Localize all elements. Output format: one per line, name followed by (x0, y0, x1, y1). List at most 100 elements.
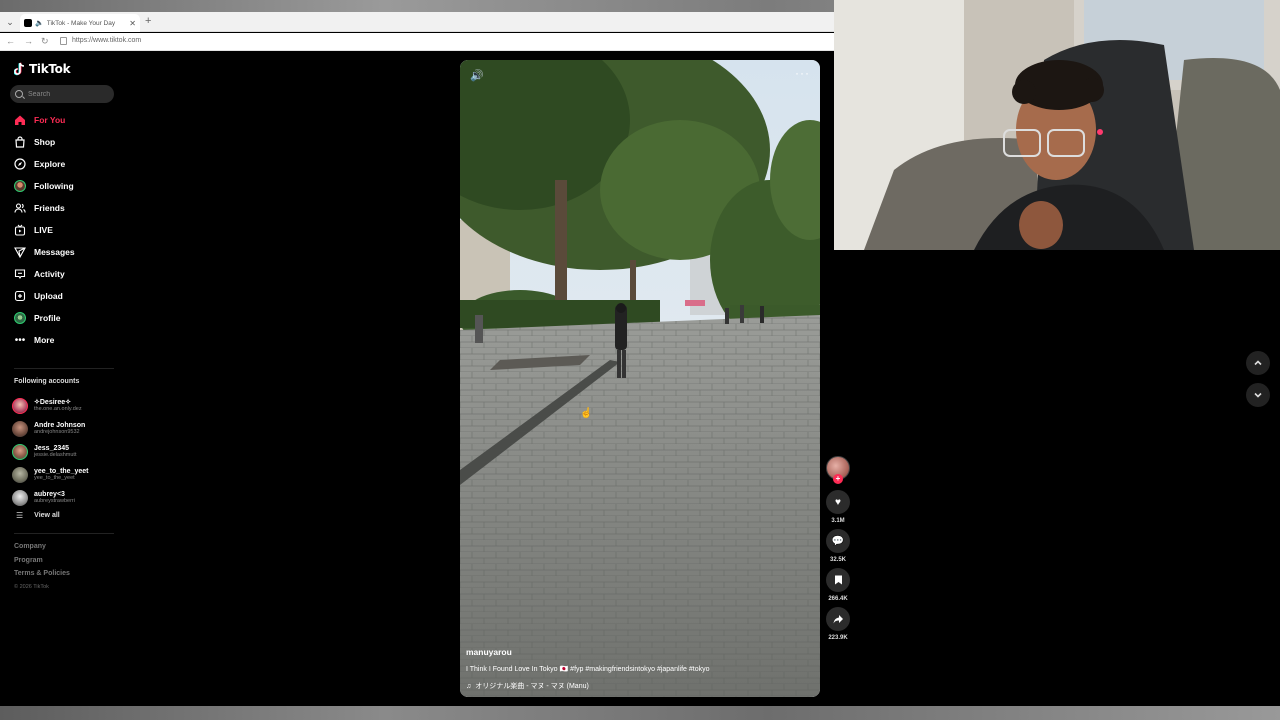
next-video-button[interactable] (1246, 383, 1270, 407)
following-account[interactable]: aubrey<3 aubreystrawberri (12, 486, 122, 509)
following-account[interactable]: ✧Desiree✧ the.one.an.only.dez (12, 394, 122, 417)
sidebar-nav: For You Shop Explore Following Friends L… (14, 109, 124, 351)
tab-bar: ⌄ 🔈 TikTok - Make Your Day ✕ + (0, 12, 834, 32)
comment-icon[interactable]: 💬 (826, 529, 850, 553)
paper-plane-icon (14, 246, 26, 258)
video-player[interactable]: 🔊 ··· ☝ manuyarou I Think I Found Love I… (460, 60, 820, 697)
like-count: 3.1M (831, 518, 845, 524)
following-account[interactable]: yee_to_the_yeet yee_to_the_yeet (12, 463, 122, 486)
inbox-icon (14, 268, 26, 280)
comment-count: 32.5K (829, 557, 846, 563)
sidebar-item-activity[interactable]: Activity (14, 263, 124, 285)
following-account[interactable]: Jess_2345 jessie.delashmutt (12, 440, 122, 463)
follow-plus-icon[interactable]: + (833, 474, 843, 484)
share-icon[interactable] (826, 607, 850, 631)
music-title: オリジナル楽曲 - マヌ - マヌ (Manu) (475, 683, 589, 690)
volume-icon[interactable]: 🔊 (470, 69, 484, 82)
account-name: yee_to_the_yeet (34, 467, 89, 475)
video-description: I Think I Found Love In Tokyo 🇯🇵 #fyp #m… (466, 666, 710, 673)
share-count: 223.9K (828, 635, 848, 641)
sidebar-item-label: LIVE (34, 225, 53, 235)
screen: ⌄ 🔈 TikTok - Make Your Day ✕ + ← → ↻ htt… (0, 0, 1280, 720)
plus-square-icon (14, 290, 26, 302)
reload-icon[interactable]: ↻ (41, 36, 49, 47)
account-handle: andrejohnson9532 (34, 428, 80, 435)
logo-text: TikTok (29, 62, 71, 76)
back-icon[interactable]: ← (6, 36, 15, 46)
avatar (12, 466, 28, 483)
webcam-feed (834, 0, 1280, 250)
heart-icon[interactable]: ♥ (826, 490, 850, 514)
avatar (12, 443, 28, 460)
sidebar-item-friends[interactable]: Friends (14, 197, 124, 219)
new-tab-icon[interactable]: + (145, 15, 151, 27)
share-action[interactable]: 223.9K (826, 607, 850, 641)
view-all-button[interactable]: ☰ View all (16, 511, 60, 520)
avatar (14, 180, 26, 192)
account-name: ✧Desiree✧ (34, 398, 72, 406)
account-handle: jessie.delashmutt (34, 451, 77, 458)
sidebar-item-label: Friends (34, 203, 65, 213)
comment-action[interactable]: 💬 32.5K (826, 529, 850, 563)
sidebar-item-explore[interactable]: Explore (14, 153, 124, 175)
music-info[interactable]: ♫ オリジナル楽曲 - マヌ - マヌ (Manu) (466, 681, 806, 691)
save-action[interactable]: 266.4K (826, 568, 850, 602)
footer-link-company[interactable]: Company (14, 543, 70, 557)
like-action[interactable]: ♥ 3.1M (826, 490, 850, 524)
sidebar-item-following[interactable]: Following (14, 175, 124, 197)
video-frame (460, 60, 820, 697)
account-handle: the.one.an.only.dez (34, 405, 82, 412)
tiktok-logo[interactable]: TikTok (14, 62, 71, 76)
sidebar-item-shop[interactable]: Shop (14, 131, 124, 153)
home-icon (14, 114, 26, 126)
sidebar-item-label: Explore (34, 159, 66, 169)
search-icon (15, 90, 23, 98)
sidebar-item-upload[interactable]: Upload (14, 285, 124, 307)
more-options-icon[interactable]: ··· (795, 66, 810, 80)
desktop-background-bottom (0, 706, 1280, 720)
site-info-icon[interactable] (60, 37, 67, 45)
sidebar-footer: Company Program Terms & Policies © 2026 … (14, 543, 70, 590)
ellipsis-icon: ••• (14, 334, 26, 346)
avatar (12, 489, 28, 506)
speaker-icon[interactable]: 🔈 (35, 19, 44, 27)
tab-list-chevron-icon[interactable]: ⌄ (4, 16, 16, 28)
previous-video-button[interactable] (1246, 351, 1270, 375)
account-handle: aubreystrawberri (34, 497, 75, 504)
profile-avatar-icon (14, 312, 26, 324)
tiktok-page: TikTok For You Shop (2, 52, 832, 706)
view-all-label: View all (34, 512, 60, 519)
sidebar-item-label: Messages (34, 247, 75, 257)
sidebar-item-messages[interactable]: Messages (14, 241, 124, 263)
url-field[interactable]: https://www.tiktok.com (72, 37, 141, 44)
following-account[interactable]: Andre Johnson andrejohnson9532 (12, 417, 122, 440)
sidebar-item-label: More (34, 335, 55, 345)
browser-window: ⌄ 🔈 TikTok - Make Your Day ✕ + ← → ↻ htt… (0, 12, 834, 706)
sidebar-item-profile[interactable]: Profile (14, 307, 124, 329)
sidebar-item-for-you[interactable]: For You (14, 109, 124, 131)
forward-icon[interactable]: → (24, 36, 33, 46)
account-name: aubrey<3 (34, 490, 65, 498)
sidebar-item-label: Upload (34, 291, 63, 301)
sidebar-item-label: Activity (34, 269, 65, 279)
footer-link-terms[interactable]: Terms & Policies (14, 570, 70, 584)
footer-link-program[interactable]: Program (14, 557, 70, 571)
sidebar-item-label: For You (34, 115, 66, 125)
video-username[interactable]: manuyarou (466, 647, 806, 657)
bookmark-icon[interactable] (826, 568, 850, 592)
address-bar: ← → ↻ https://www.tiktok.com (0, 33, 834, 51)
search-input[interactable] (28, 90, 108, 98)
sidebar-item-more[interactable]: ••• More (14, 329, 124, 351)
tiktok-note-icon (14, 62, 26, 76)
sidebar-divider (14, 533, 114, 534)
search-box[interactable] (10, 85, 114, 103)
webcam-overlay (834, 0, 1280, 250)
compass-icon (14, 158, 26, 170)
avatar (12, 420, 28, 437)
browser-tab[interactable]: 🔈 TikTok - Make Your Day ✕ (20, 14, 140, 32)
close-tab-icon[interactable]: ✕ (129, 19, 136, 28)
sidebar-item-live[interactable]: LIVE (14, 219, 124, 241)
sidebar-item-label: Following (34, 181, 74, 191)
video-caption: manuyarou I Think I Found Love In Tokyo … (466, 647, 806, 691)
account-handle: yee_to_the_yeet (34, 474, 75, 481)
